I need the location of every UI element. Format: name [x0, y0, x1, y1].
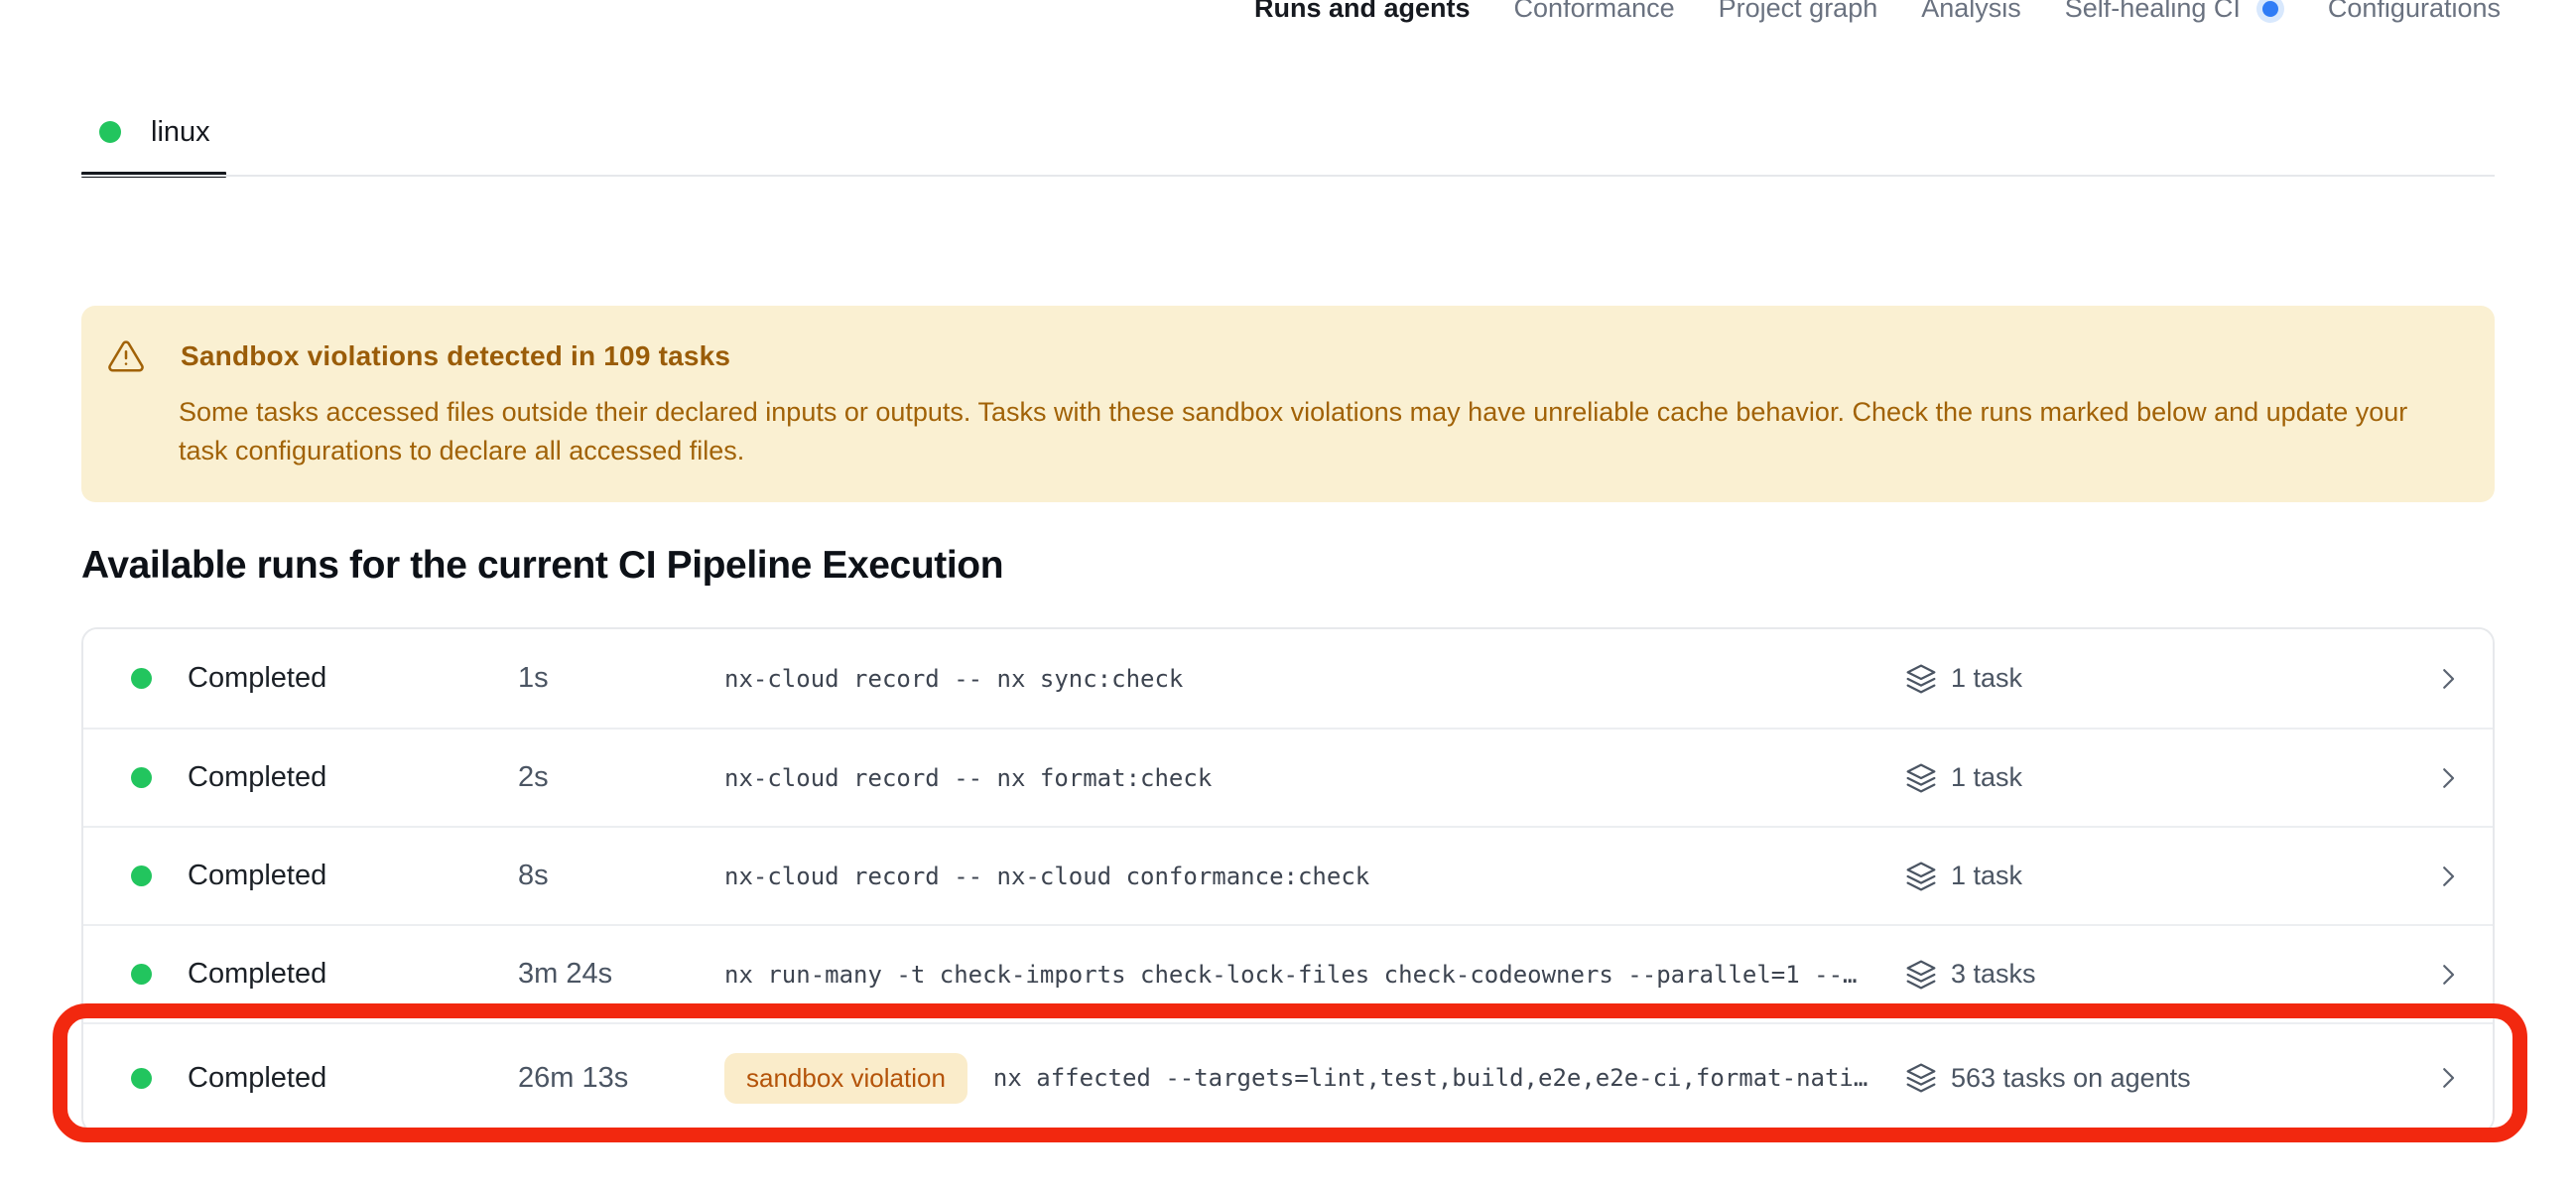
run-task-count: 1 task [1951, 762, 2022, 793]
run-command: nx-cloud record -- nx format:check [724, 764, 1212, 792]
banner-title: Sandbox violations detected in 109 tasks [181, 340, 730, 372]
top-navigation: Runs and agents Conformance Project grap… [1254, 0, 2501, 24]
chevron-right-icon[interactable] [2413, 1063, 2463, 1093]
run-duration: 8s [518, 860, 724, 892]
green-status-dot-icon [131, 767, 152, 788]
nav-item-label: Analysis [1921, 0, 2021, 24]
warning-triangle-icon [107, 337, 145, 375]
layers-tasks-icon [1905, 1062, 1937, 1094]
run-command: nx-cloud record -- nx-cloud conformance:… [724, 863, 1369, 890]
run-row[interactable]: Completed 1s nx-cloud record -- nx sync:… [83, 629, 2493, 728]
sandbox-violation-banner: Sandbox violations detected in 109 tasks… [81, 306, 2495, 502]
run-row[interactable]: Completed 2s nx-cloud record -- nx forma… [83, 728, 2493, 826]
nav-item-label: Project graph [1719, 0, 1878, 24]
green-status-dot-icon [131, 668, 152, 689]
run-row[interactable]: Completed 26m 13s sandbox violation nx a… [83, 1022, 2493, 1131]
chevron-right-icon[interactable] [2413, 862, 2463, 891]
nav-item-analysis[interactable]: Analysis [1921, 0, 2021, 24]
nav-item-label: Configurations [2328, 0, 2501, 24]
run-status: Completed [188, 662, 326, 695]
tab-linux[interactable]: linux [81, 103, 228, 161]
run-duration: 26m 13s [518, 1062, 724, 1095]
nav-item-configurations[interactable]: Configurations [2328, 0, 2501, 24]
green-status-dot-icon [99, 121, 121, 143]
chevron-right-icon[interactable] [2413, 664, 2463, 694]
layers-tasks-icon [1905, 762, 1937, 794]
nav-item-label: Conformance [1514, 0, 1675, 24]
nav-item-self-healing-ci[interactable]: Self-healing CI [2065, 0, 2284, 24]
run-task-count: 1 task [1951, 861, 2022, 891]
run-task-count: 1 task [1951, 663, 2022, 694]
nav-item-runs-and-agents[interactable]: Runs and agents [1254, 0, 1471, 24]
run-duration: 3m 24s [518, 958, 724, 991]
run-status: Completed [188, 958, 326, 991]
nav-item-project-graph[interactable]: Project graph [1719, 0, 1878, 24]
banner-body: Some tasks accessed files outside their … [179, 393, 2431, 470]
chevron-right-icon[interactable] [2413, 960, 2463, 990]
run-status: Completed [188, 1062, 326, 1095]
run-status: Completed [188, 761, 326, 794]
layers-tasks-icon [1905, 861, 1937, 892]
runs-list: Completed 1s nx-cloud record -- nx sync:… [81, 627, 2495, 1133]
tab-linux-label: linux [151, 116, 210, 149]
run-command: nx affected --targets=lint,test,build,e2… [993, 1064, 1868, 1092]
nav-item-label: Runs and agents [1254, 0, 1471, 24]
sandbox-violation-badge: sandbox violation [724, 1053, 967, 1104]
run-task-count: 3 tasks [1951, 959, 2036, 990]
run-row[interactable]: Completed 3m 24s nx run-many -t check-im… [83, 924, 2493, 1022]
green-status-dot-icon [131, 964, 152, 985]
green-status-dot-icon [131, 1068, 152, 1089]
nav-item-conformance[interactable]: Conformance [1514, 0, 1675, 24]
nav-item-label: Self-healing CI [2065, 0, 2241, 24]
chevron-right-icon[interactable] [2413, 763, 2463, 793]
run-row[interactable]: Completed 8s nx-cloud record -- nx-cloud… [83, 826, 2493, 924]
run-task-count: 563 tasks on agents [1951, 1063, 2191, 1094]
section-title: Available runs for the current CI Pipeli… [81, 544, 1003, 588]
layers-tasks-icon [1905, 663, 1937, 695]
nx-cloud-cipe-page: Runs and agents Conformance Project grap… [0, 0, 2576, 1197]
self-healing-ci-status-dot-icon [2256, 0, 2284, 23]
run-command: nx run-many -t check-imports check-lock-… [724, 961, 1858, 989]
run-command: nx-cloud record -- nx sync:check [724, 665, 1183, 693]
run-status: Completed [188, 860, 326, 892]
green-status-dot-icon [131, 865, 152, 886]
run-duration: 2s [518, 761, 724, 794]
run-duration: 1s [518, 662, 724, 695]
layers-tasks-icon [1905, 959, 1937, 991]
tabbar-divider [81, 175, 2495, 177]
